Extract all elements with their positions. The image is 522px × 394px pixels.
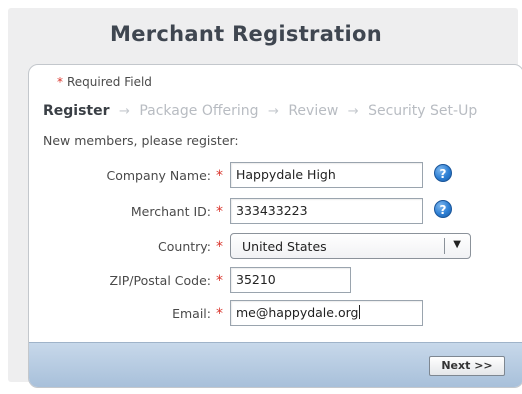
- step-arrow-icon: →: [118, 104, 130, 119]
- step-review: Review: [288, 103, 339, 119]
- form-footer: Next >>: [29, 342, 522, 387]
- email-row: Email: * me@happydale.org: [29, 300, 522, 328]
- step-arrow-icon: →: [267, 104, 279, 119]
- company-name-input[interactable]: Happydale High: [230, 162, 423, 188]
- country-row: Country: * United States ▼: [29, 233, 522, 261]
- intro-text: New members, please register:: [43, 133, 239, 148]
- company-name-label: Company Name:: [106, 168, 211, 183]
- step-package-offering: Package Offering: [139, 103, 259, 119]
- zip-input[interactable]: 35210: [230, 267, 351, 293]
- step-progress: Register → Package Offering → Review → S…: [43, 103, 477, 119]
- email-input-value: me@happydale.org: [236, 305, 359, 320]
- required-marker: *: [216, 204, 223, 220]
- select-divider: [444, 238, 445, 254]
- page: Merchant Registration * Required Field Re…: [0, 0, 522, 394]
- registration-form-card: * Required Field Register → Package Offer…: [28, 64, 522, 388]
- merchant-id-row: Merchant ID: * 333433223 ?: [29, 198, 522, 226]
- page-title: Merchant Registration: [110, 22, 382, 46]
- required-marker: *: [216, 168, 223, 184]
- required-marker: *: [216, 273, 223, 289]
- step-arrow-icon: →: [347, 104, 359, 119]
- zip-row: ZIP/Postal Code: * 35210: [29, 267, 522, 295]
- merchant-id-label: Merchant ID:: [130, 204, 211, 219]
- country-label: Country:: [158, 239, 211, 254]
- country-selected-value: United States: [242, 239, 327, 254]
- next-button[interactable]: Next >>: [429, 356, 505, 376]
- step-security-setup: Security Set-Up: [368, 103, 478, 119]
- country-select[interactable]: United States ▼: [230, 233, 471, 259]
- zip-label: ZIP/Postal Code:: [109, 273, 211, 288]
- chevron-down-icon[interactable]: ▼: [453, 239, 461, 250]
- required-field-note: * Required Field: [57, 75, 152, 89]
- registration-panel: Merchant Registration * Required Field Re…: [8, 8, 522, 388]
- merchant-id-input[interactable]: 333433223: [230, 198, 423, 224]
- required-note-text: Required Field: [67, 75, 152, 89]
- required-marker: *: [216, 306, 223, 322]
- required-marker: *: [216, 239, 223, 255]
- help-question-icon[interactable]: ?: [434, 164, 452, 182]
- help-question-icon[interactable]: ?: [434, 200, 452, 218]
- text-cursor: [359, 305, 361, 319]
- email-input[interactable]: me@happydale.org: [230, 300, 423, 326]
- step-register: Register: [43, 103, 110, 119]
- required-marker: *: [57, 75, 63, 89]
- email-label: Email:: [172, 306, 211, 321]
- company-name-row: Company Name: * Happydale High ?: [29, 162, 522, 190]
